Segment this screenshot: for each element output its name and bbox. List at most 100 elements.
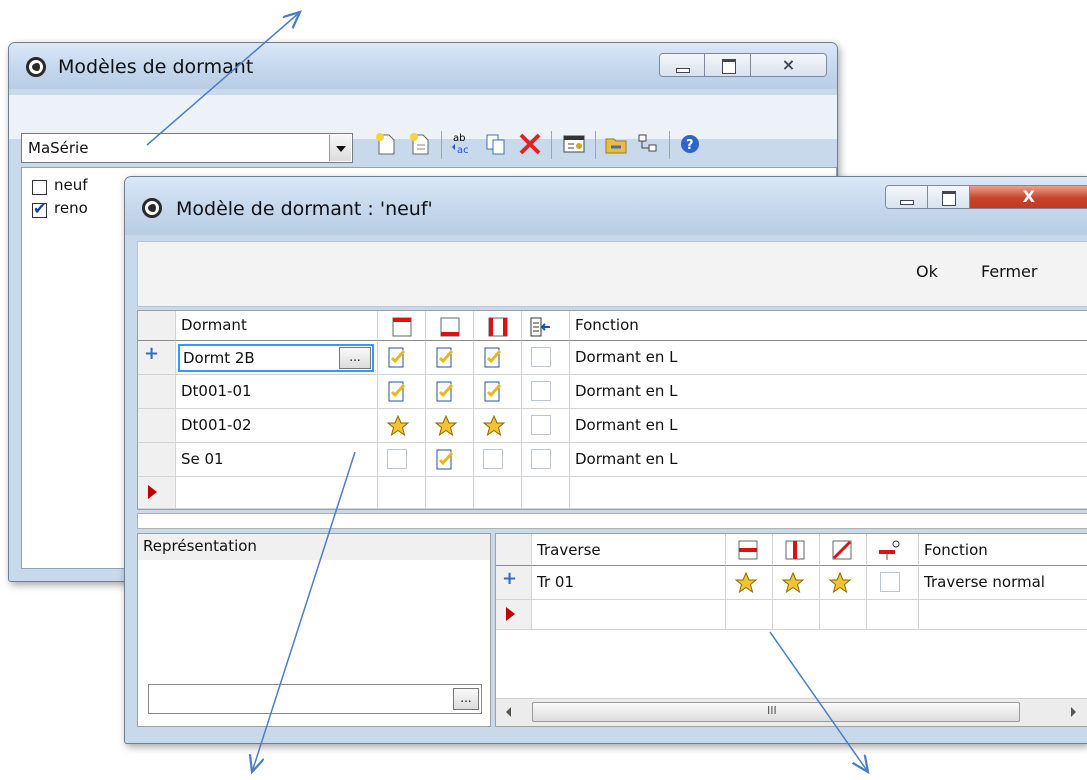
- mark-cell[interactable]: [726, 566, 773, 600]
- scroll-left-icon[interactable]: [506, 707, 511, 717]
- row-header[interactable]: [138, 443, 176, 477]
- table-cell-new[interactable]: [176, 477, 378, 509]
- row-header[interactable]: +: [496, 566, 532, 600]
- mark-cell[interactable]: [474, 341, 522, 375]
- svg-text:ac: ac: [457, 145, 469, 156]
- table-cell-dormant-name[interactable]: Dormt 2B ...: [176, 341, 378, 375]
- mark-cell[interactable]: [426, 341, 474, 375]
- table-cell-dormant-name[interactable]: Dt001-01: [176, 375, 378, 409]
- list-item-checkbox-reno[interactable]: [32, 199, 47, 218]
- close-button[interactable]: X: [969, 186, 1087, 208]
- chevron-down-icon[interactable]: [329, 135, 351, 161]
- column-header-function[interactable]: Fonction: [570, 311, 1087, 341]
- title-bar: Modèles de dormant ⨯: [9, 43, 837, 89]
- list-item-label[interactable]: neuf: [54, 176, 88, 194]
- table-cell-new[interactable]: [474, 477, 522, 509]
- table-cell-traverse-name[interactable]: Tr 01: [532, 566, 726, 600]
- table-cell-new[interactable]: [726, 600, 773, 630]
- column-header-insert[interactable]: [522, 311, 570, 341]
- column-header-diagonal[interactable]: [820, 534, 867, 566]
- representation-field[interactable]: ...: [148, 684, 482, 714]
- vertical-bar-icon: [785, 540, 805, 560]
- link-icon[interactable]: [603, 131, 629, 157]
- table-cell-function[interactable]: Dormant en L: [570, 409, 1087, 443]
- column-header-horizontal[interactable]: [726, 534, 773, 566]
- mark-cell[interactable]: [522, 375, 570, 409]
- new-doc-icon[interactable]: [373, 131, 399, 157]
- minimize-button[interactable]: [886, 186, 928, 208]
- table-cell-dormant-name[interactable]: Se 01: [176, 443, 378, 477]
- mark-cell[interactable]: [522, 443, 570, 477]
- edit-icon: [436, 449, 454, 470]
- ok-button[interactable]: Ok: [916, 262, 938, 281]
- copy-icon[interactable]: [483, 131, 509, 157]
- close-button[interactable]: ⨯: [750, 54, 826, 76]
- properties-icon[interactable]: [561, 131, 587, 157]
- table-cell-new[interactable]: [919, 600, 1087, 630]
- mark-cell[interactable]: [426, 409, 474, 443]
- list-item-label[interactable]: reno: [54, 199, 88, 217]
- mark-cell[interactable]: [867, 566, 919, 600]
- column-header-function[interactable]: Fonction: [919, 534, 1087, 566]
- table-cell-function[interactable]: Dormant en L: [570, 443, 1087, 477]
- mark-cell[interactable]: [474, 375, 522, 409]
- mark-cell[interactable]: [378, 375, 426, 409]
- mark-cell[interactable]: [820, 566, 867, 600]
- dormant-name-editor[interactable]: Dormt 2B ...: [178, 344, 374, 372]
- row-header[interactable]: [138, 409, 176, 443]
- column-header-traverse[interactable]: Traverse: [532, 534, 726, 566]
- mark-cell[interactable]: [522, 341, 570, 375]
- mark-cell[interactable]: [474, 409, 522, 443]
- column-header-bottom-frame[interactable]: [426, 311, 474, 341]
- list-item-checkbox-neuf[interactable]: [32, 180, 47, 195]
- mark-cell[interactable]: [378, 341, 426, 375]
- row-header[interactable]: +: [138, 341, 176, 375]
- table-cell-new[interactable]: [532, 600, 726, 630]
- scroll-thumb[interactable]: III: [532, 702, 1020, 722]
- table-cell-function[interactable]: Dormant en L: [570, 375, 1087, 409]
- row-header-new[interactable]: [138, 477, 176, 509]
- column-header-dormant[interactable]: Dormant: [176, 311, 378, 341]
- minimize-button[interactable]: [660, 54, 706, 76]
- mark-cell[interactable]: [522, 409, 570, 443]
- table-cell-new[interactable]: [378, 477, 426, 509]
- table-cell-new[interactable]: [773, 600, 820, 630]
- column-header-top-frame[interactable]: [378, 311, 426, 341]
- mark-cell[interactable]: [474, 443, 522, 477]
- mark-cell[interactable]: [773, 566, 820, 600]
- delete-icon[interactable]: [517, 131, 543, 157]
- close-button-text[interactable]: Fermer: [981, 262, 1037, 281]
- mark-cell[interactable]: [426, 375, 474, 409]
- row-header-new[interactable]: [496, 600, 532, 630]
- column-header-stop[interactable]: [867, 534, 919, 566]
- table-cell-new[interactable]: [522, 477, 570, 509]
- mark-cell[interactable]: [378, 443, 426, 477]
- ellipsis-button[interactable]: ...: [339, 347, 371, 369]
- table-cell-function[interactable]: Dormant en L: [570, 341, 1087, 375]
- table-cell-new[interactable]: [820, 600, 867, 630]
- scroll-right-icon[interactable]: [1071, 707, 1076, 717]
- splitter[interactable]: [137, 513, 1087, 529]
- new-copy-icon[interactable]: [407, 131, 433, 157]
- star-icon: [828, 571, 852, 594]
- rename-icon[interactable]: abac: [449, 131, 475, 157]
- column-header-vertical[interactable]: [773, 534, 820, 566]
- table-cell-new[interactable]: [426, 477, 474, 509]
- app-icon: [142, 198, 162, 218]
- table-cell-dormant-name[interactable]: Dt001-02: [176, 409, 378, 443]
- mark-cell[interactable]: [426, 443, 474, 477]
- maximize-button[interactable]: [705, 54, 751, 76]
- representation-ellipsis-button[interactable]: ...: [453, 688, 479, 710]
- table-cell-new[interactable]: [570, 477, 1087, 509]
- help-icon[interactable]: ?: [677, 131, 703, 157]
- maximize-button[interactable]: [927, 186, 970, 208]
- column-header-side-frame[interactable]: [474, 311, 522, 341]
- mark-cell[interactable]: [378, 409, 426, 443]
- representation-label: Représentation: [143, 537, 257, 555]
- hierarchy-icon[interactable]: [635, 131, 661, 157]
- table-cell-function[interactable]: Traverse normal: [919, 566, 1087, 600]
- row-header[interactable]: [138, 375, 176, 409]
- horizontal-scrollbar[interactable]: III: [496, 698, 1087, 726]
- table-cell-new[interactable]: [867, 600, 919, 630]
- series-combo[interactable]: MaSérie: [21, 133, 353, 163]
